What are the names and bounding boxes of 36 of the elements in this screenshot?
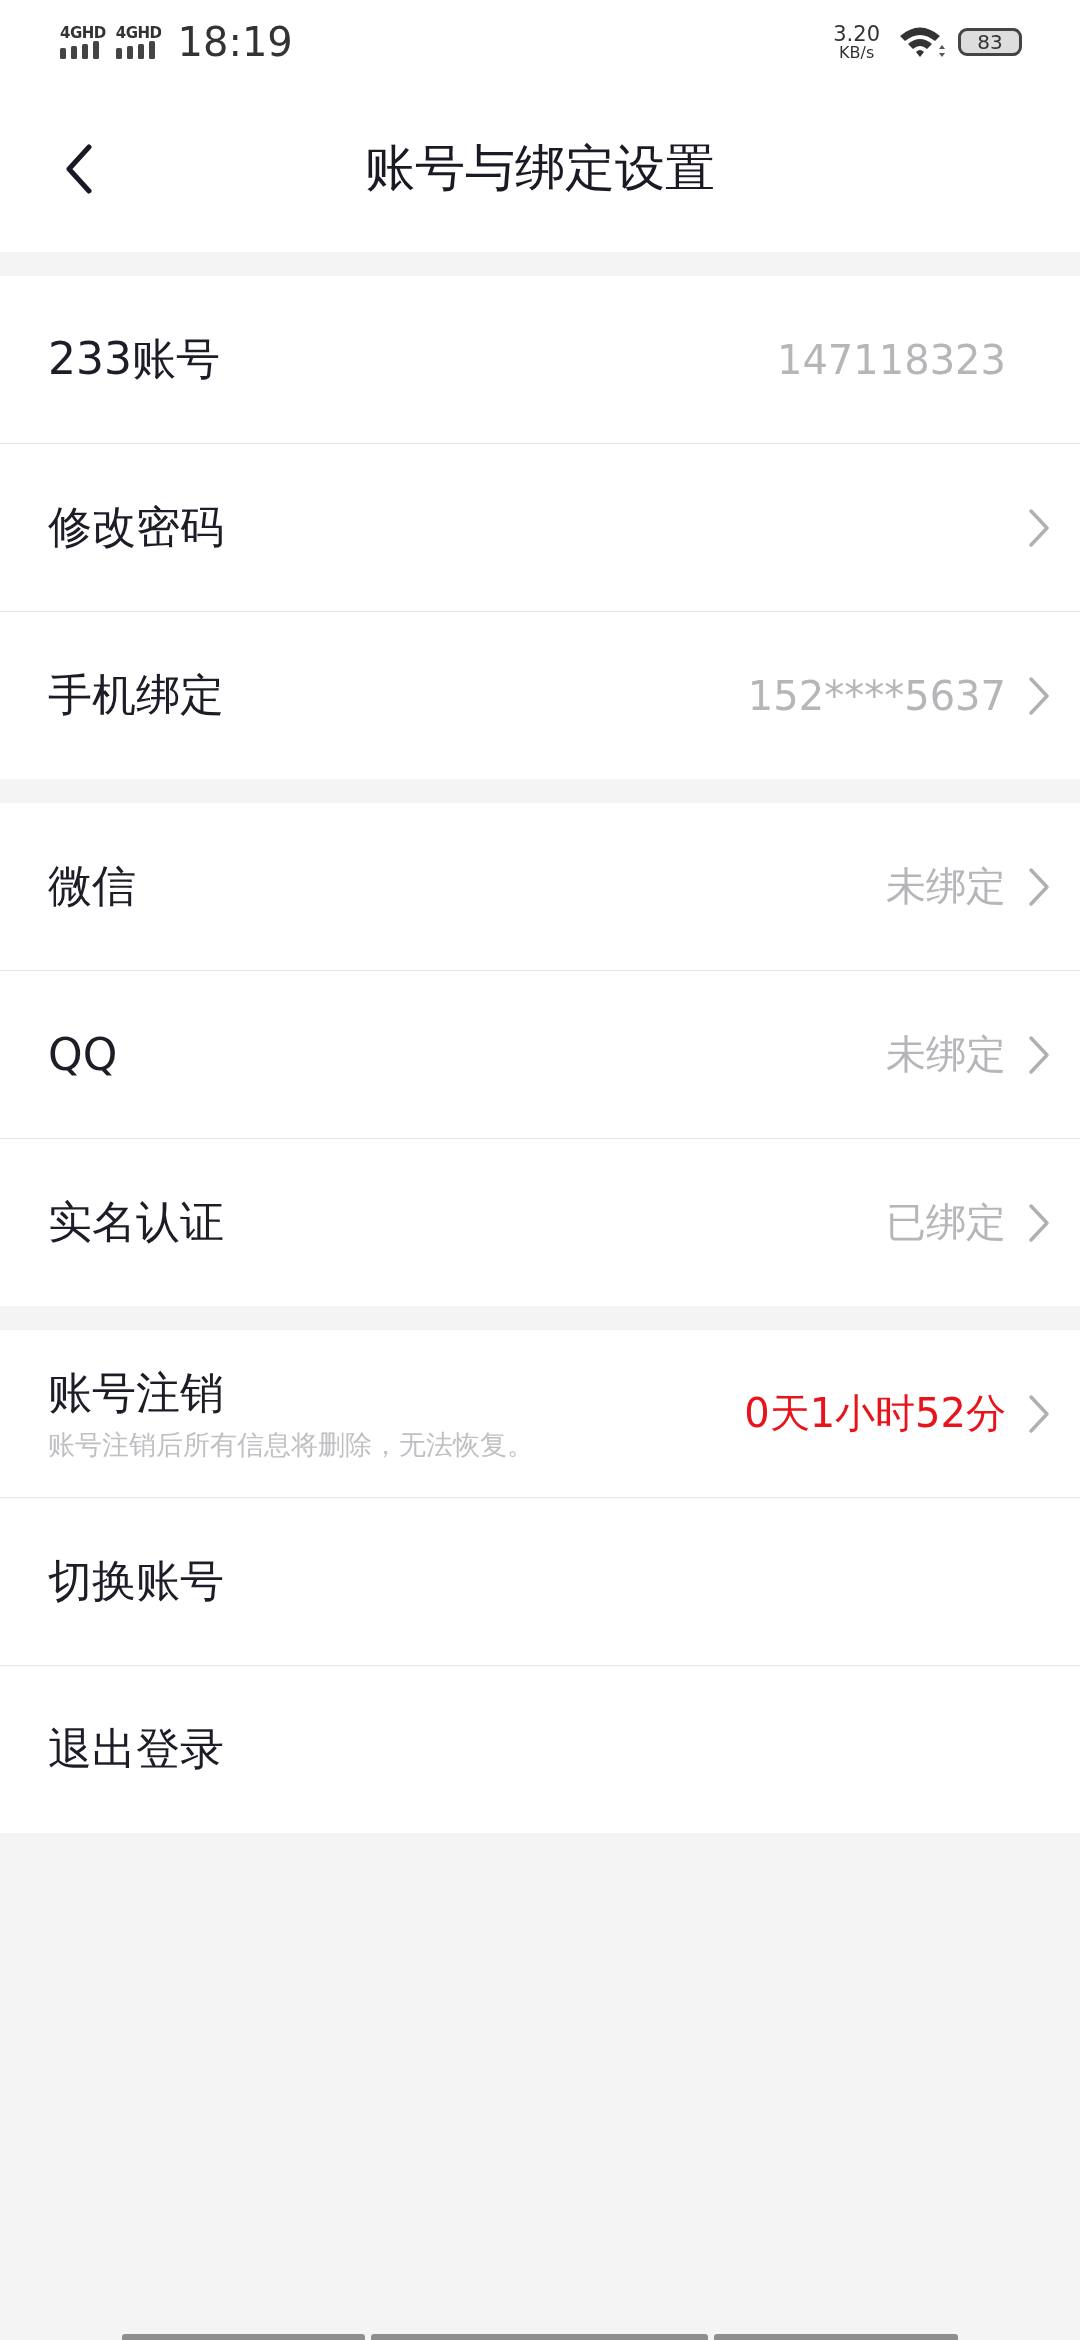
- row-label: 切换账号: [48, 1554, 225, 1608]
- row-label: 修改密码: [48, 500, 225, 554]
- row-label: QQ: [48, 1029, 119, 1080]
- settings-row[interactable]: 退出登录: [0, 1666, 1080, 1833]
- settings-row[interactable]: 233账号 147118323: [0, 276, 1080, 444]
- row-label: 微信: [48, 859, 137, 913]
- status-time: 18:19: [177, 19, 293, 65]
- network-label: 4GHD: [60, 25, 106, 41]
- row-label: 实名认证: [48, 1195, 225, 1249]
- row-value: 152****5637: [747, 672, 1006, 719]
- signal-icon: [115, 40, 156, 59]
- settings-row[interactable]: 修改密码: [0, 444, 1080, 612]
- speed-unit: KB/s: [839, 44, 875, 61]
- row-value: 未绑定: [886, 862, 1006, 911]
- row-description: 账号注销后所有信息将删除，无法恢复。: [48, 1428, 535, 1462]
- network-label: 4GHD: [115, 25, 162, 41]
- row-label: 账号注销: [48, 1366, 225, 1420]
- settings-row[interactable]: 微信 未绑定: [0, 803, 1080, 971]
- settings-row[interactable]: 账号注销 账号注销后所有信息将删除，无法恢复。 0天1小时52分: [0, 1330, 1080, 1498]
- battery-level: 83: [977, 30, 1003, 54]
- settings-row[interactable]: QQ 未绑定: [0, 971, 1080, 1139]
- row-value: 147118323: [776, 336, 1006, 383]
- settings-row[interactable]: 手机绑定 152****5637: [0, 612, 1080, 779]
- back-icon[interactable]: [64, 144, 94, 194]
- row-value: 未绑定: [886, 1030, 1006, 1079]
- settings-row[interactable]: 实名认证 已绑定: [0, 1139, 1080, 1306]
- row-label: 233账号: [48, 332, 221, 386]
- row-label: 手机绑定: [48, 668, 225, 722]
- settings-row[interactable]: 切换账号: [0, 1498, 1080, 1666]
- page-title: 账号与绑定设置: [365, 137, 715, 199]
- row-value: 0天1小时52分: [744, 1389, 1006, 1438]
- network-speed: 3.20: [833, 23, 880, 45]
- signal-icon: [60, 40, 100, 59]
- wifi-icon: [898, 25, 946, 59]
- row-label: 退出登录: [48, 1722, 225, 1776]
- row-value: 已绑定: [886, 1198, 1006, 1247]
